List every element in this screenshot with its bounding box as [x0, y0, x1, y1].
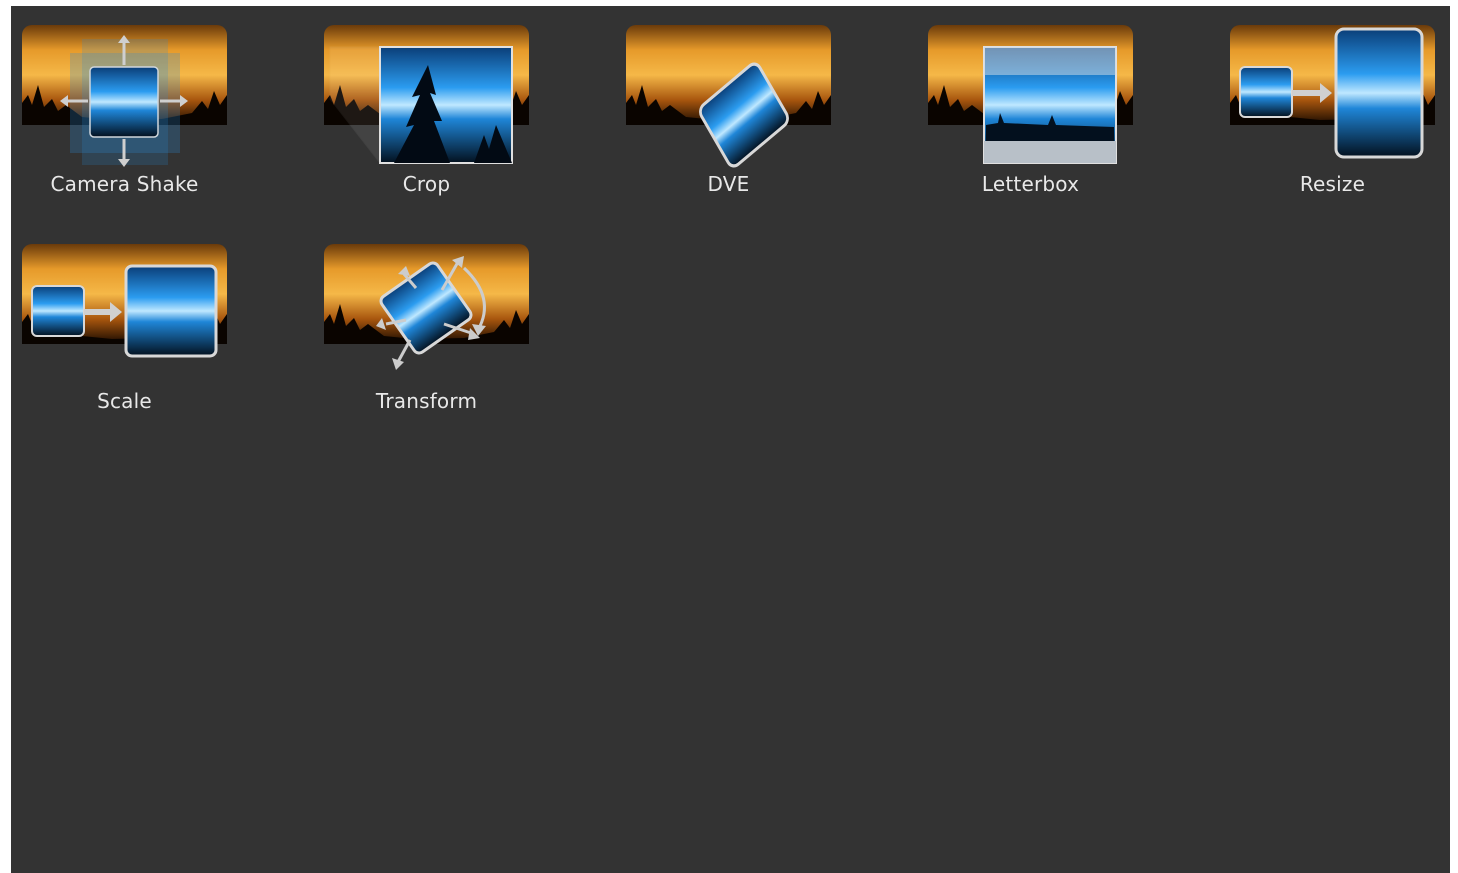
camera-shake-icon	[22, 25, 227, 167]
crop-icon	[324, 25, 529, 165]
effect-dve[interactable]: DVE	[626, 25, 831, 225]
effect-transform[interactable]: Transform	[324, 244, 529, 444]
effect-label: Crop	[402, 172, 451, 196]
transform-icon	[324, 244, 529, 370]
effect-crop[interactable]: Crop	[324, 25, 529, 225]
effect-camera-shake[interactable]: Camera Shake	[22, 25, 227, 225]
effect-scale[interactable]: Scale	[22, 244, 227, 444]
effect-label: Camera Shake	[50, 172, 199, 196]
effect-label: Transform	[375, 389, 478, 413]
resize-icon	[1230, 25, 1435, 159]
dve-icon	[626, 25, 831, 168]
effect-label: Resize	[1299, 172, 1366, 196]
letterbox-icon	[928, 25, 1133, 164]
effect-letterbox[interactable]: Letterbox	[928, 25, 1133, 225]
effect-label: DVE	[707, 172, 750, 196]
effect-resize[interactable]: Resize	[1230, 25, 1435, 225]
scale-icon	[22, 244, 227, 358]
video-effects-panel: Camera Shake Crop DVE Letterbox Resize S…	[11, 6, 1450, 873]
effect-label: Scale	[97, 389, 152, 413]
effect-label: Letterbox	[981, 172, 1080, 196]
